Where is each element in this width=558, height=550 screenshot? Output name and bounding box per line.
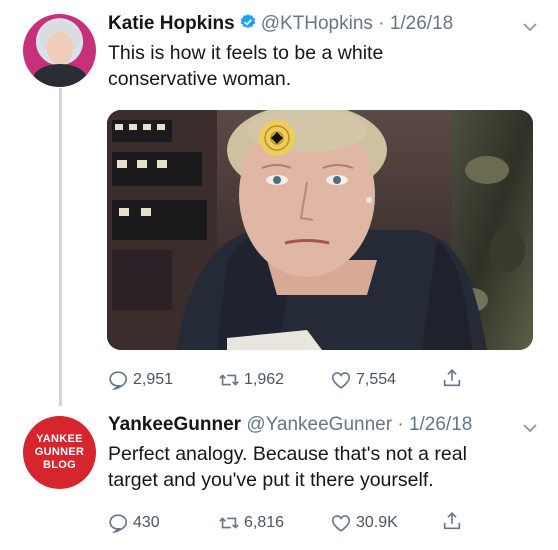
tweet-header: Katie Hopkins @KTHopkins · 1/26/18 <box>108 12 453 36</box>
avatar[interactable] <box>23 14 96 87</box>
verified-icon <box>240 14 255 29</box>
chevron-down-icon[interactable] <box>523 423 537 433</box>
photo-image <box>107 110 533 350</box>
retweet-icon <box>219 517 239 529</box>
retweet-button[interactable]: 6,816 <box>218 512 284 534</box>
tweet-photo[interactable] <box>107 110 533 350</box>
like-count: 7,554 <box>356 371 397 388</box>
reply-count: 430 <box>133 514 160 531</box>
retweet-button[interactable]: 1,962 <box>218 369 284 391</box>
tweet-text-line: conservative woman. <box>108 68 292 90</box>
share-button[interactable] <box>441 510 467 532</box>
avatar-text: GUNNER <box>34 446 85 458</box>
tweet-date[interactable]: 1/26/18 <box>390 13 453 34</box>
tweet-text-line: This is how it feels to be a white <box>108 42 384 64</box>
user-handle[interactable]: @YankeeGunner <box>246 414 392 435</box>
separator-dot: · <box>397 414 404 435</box>
avatar-text: BLOG <box>43 459 76 471</box>
thread-line <box>59 88 62 406</box>
tweet-text: Perfect analogy. Because that's not a re… <box>108 441 467 493</box>
avatar-text: YANKEE <box>36 433 83 445</box>
tweet-text-line: target and you've put it there yourself. <box>108 469 434 491</box>
display-name[interactable]: YankeeGunner <box>108 414 241 435</box>
share-icon <box>443 369 461 387</box>
share-button[interactable] <box>441 367 467 389</box>
reply-count: 2,951 <box>133 371 174 388</box>
tweet-header: YankeeGunner @YankeeGunner · 1/26/18 <box>108 413 472 437</box>
chevron-down-icon[interactable] <box>523 22 537 32</box>
reply-button[interactable]: 430 <box>107 512 160 534</box>
heart-icon <box>331 515 351 532</box>
heart-icon <box>331 372 351 389</box>
retweet-count: 1,962 <box>244 371 285 388</box>
separator-dot: · <box>378 13 385 34</box>
display-name[interactable]: Katie Hopkins <box>108 13 235 34</box>
like-count: 30.9K <box>356 514 398 531</box>
reply-icon <box>109 514 128 534</box>
tweet-text: This is how it feels to be a white conse… <box>108 40 383 92</box>
like-button[interactable]: 7,554 <box>330 369 396 391</box>
tweet-date[interactable]: 1/26/18 <box>409 414 472 435</box>
retweet-icon <box>219 374 239 386</box>
reply-button[interactable]: 2,951 <box>107 369 173 391</box>
retweet-count: 6,816 <box>244 514 285 531</box>
user-handle[interactable]: @KTHopkins <box>261 13 373 34</box>
tweet-text-line: Perfect analogy. Because that's not a re… <box>108 443 467 465</box>
like-button[interactable]: 30.9K <box>330 512 398 534</box>
avatar[interactable]: YANKEE GUNNER BLOG <box>23 416 96 489</box>
share-icon <box>443 512 461 530</box>
reply-icon <box>109 371 128 391</box>
